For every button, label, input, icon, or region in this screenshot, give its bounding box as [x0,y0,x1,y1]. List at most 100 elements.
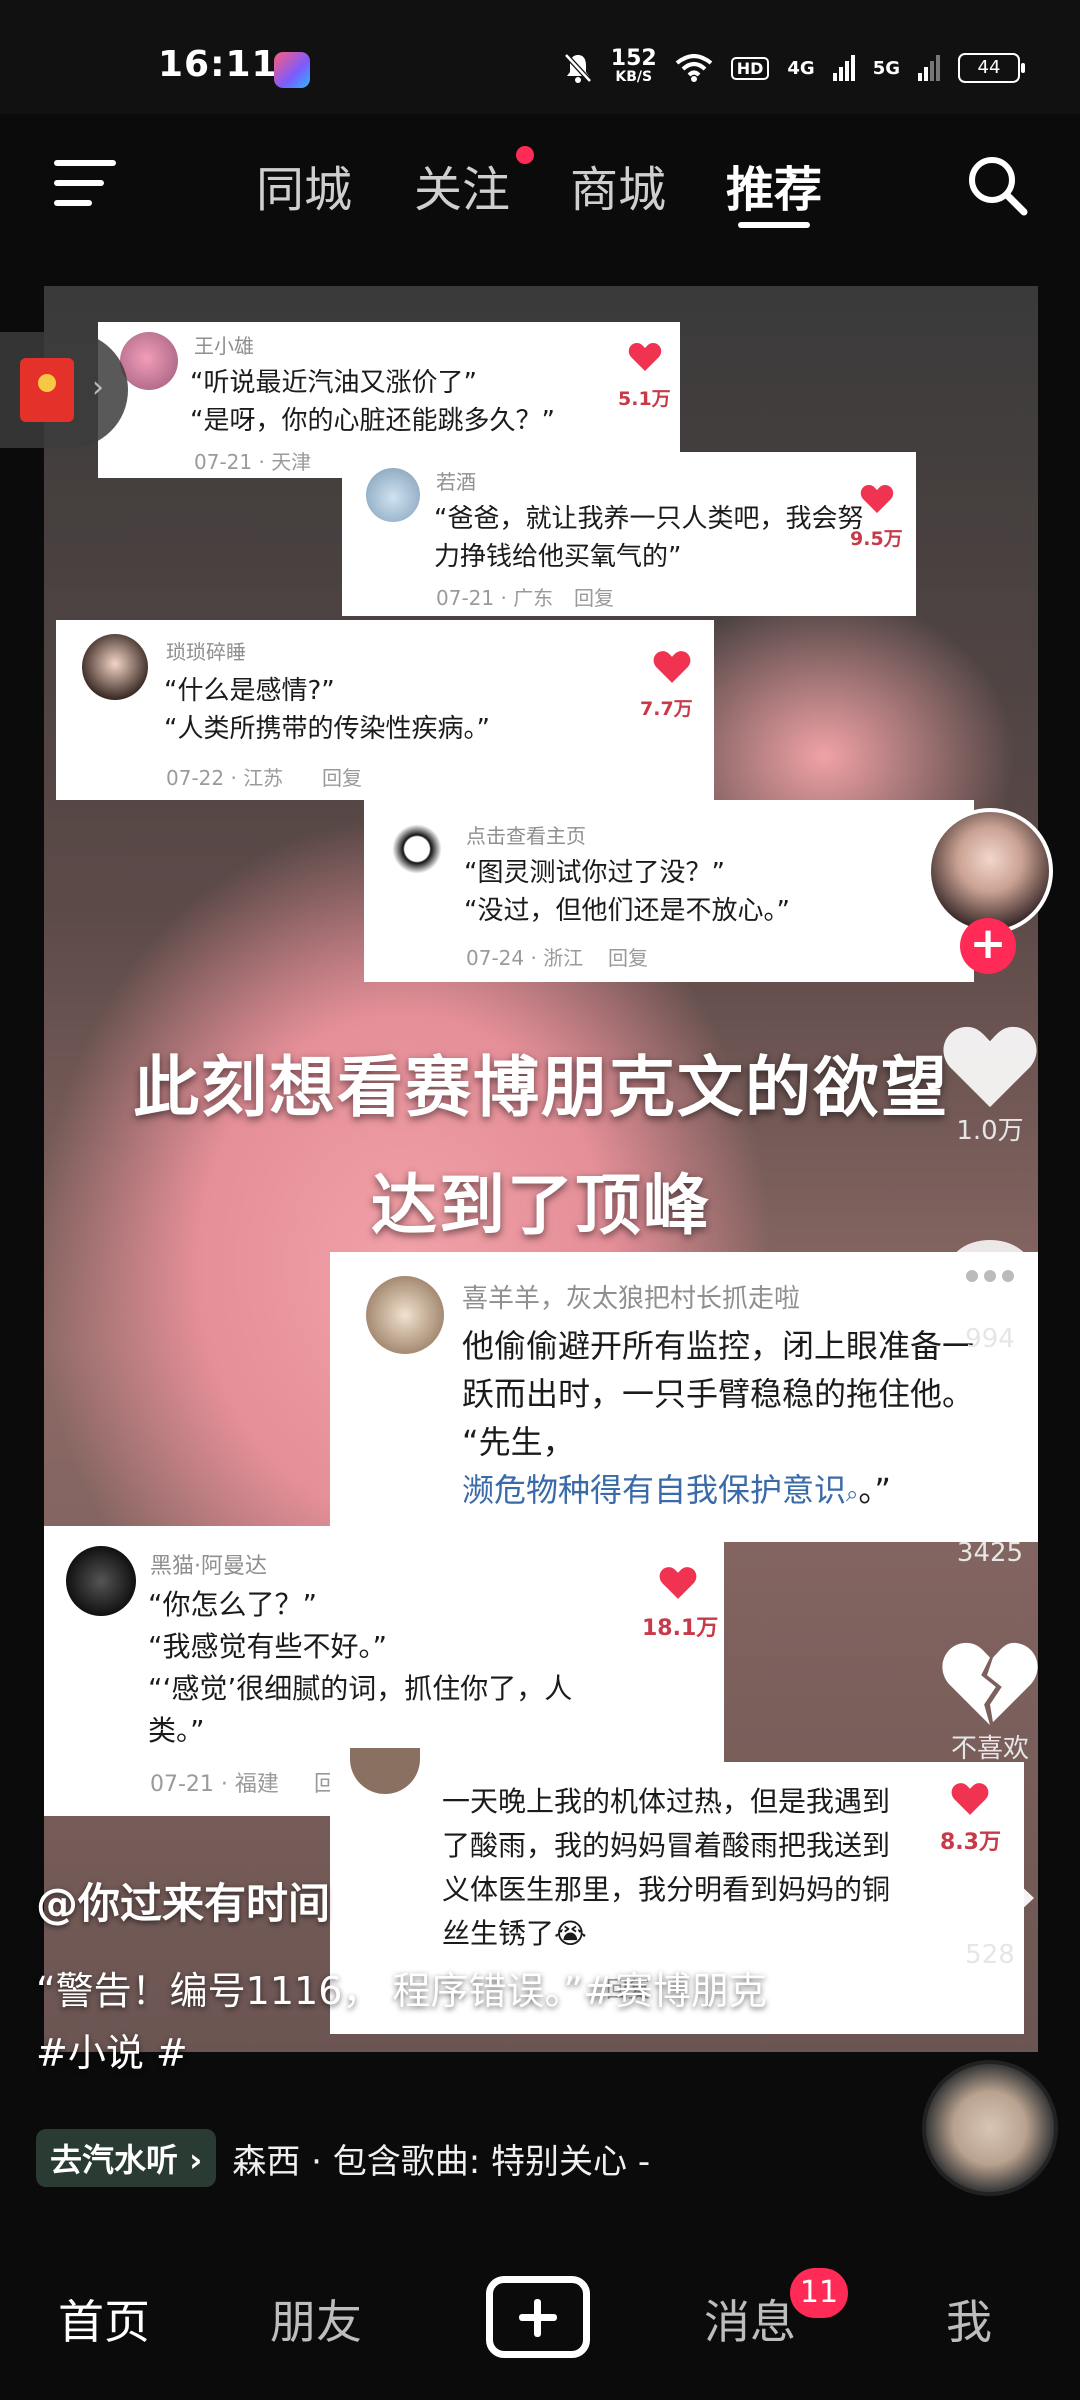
comment-line: 义体医生那里，我分明看到妈妈的铜 [442,1873,891,1906]
comment-username: 若酒 [436,470,476,494]
comment-meta: 07-24 · 浙江 [466,946,584,970]
tab-mall[interactable]: 商城 [570,150,666,220]
signal-icon-1 [832,55,855,81]
comment-line: “图灵测试你过了没？” [464,858,725,888]
tab-following[interactable]: 关注 [414,150,510,220]
tab-recommend[interactable]: 推荐 [726,150,822,220]
red-packet-button[interactable]: › [0,332,128,448]
top-nav: 同城 关注 商城 推荐 [0,114,1080,284]
follow-plus-icon[interactable]: + [960,918,1016,974]
like-count: 18.1万 [642,1616,719,1641]
comment-meta: 07-21 · 广东 [436,586,554,610]
reply-button[interactable]: 回复 [574,582,614,611]
heart-icon[interactable] [652,650,692,684]
avatar [366,468,420,522]
comment-line: “人类所携带的传染性疾病。” [164,714,490,744]
comment-line: “没过，但他们还是不放心。” [464,896,790,926]
broken-heart-icon [942,1642,1038,1726]
comment-line: 丝生锈了😭 [442,1917,587,1950]
comment-line: “我感觉有些不好。” [148,1630,388,1663]
favorite-total: 3425 [956,1538,1024,1568]
comment-line: 他偷偷避开所有监控，闭上眼准备一 [462,1327,975,1365]
author-name[interactable]: @你过来有时间 [36,1870,330,1931]
signal-icon-2 [918,55,940,81]
avatar [388,820,446,878]
reply-button[interactable]: 回复 [608,942,648,971]
nav-me[interactable]: 我 [946,2286,992,2352]
heart-icon [943,1026,1037,1108]
creator-avatar-button[interactable]: + [920,808,1060,974]
comment-line: “是呀，你的心脏还能跳多久？” [190,406,555,436]
comment-username: 王小雄 [194,334,254,358]
comment-button[interactable]: 994 [928,1234,1052,1354]
listen-on-qishui-button[interactable]: 去汽水听 › [36,2129,217,2187]
reply-button[interactable]: 回复 [322,762,362,791]
comment-line: “听说最近汽油又涨价了” [190,368,477,398]
nav-home[interactable]: 首页 [58,2286,150,2352]
favorite-button[interactable]: 3425 [928,1446,1052,1568]
like-total: 1.0万 [956,1116,1024,1146]
hd-voice-icon: HD [730,56,770,80]
network-5g: 5G [872,57,900,79]
heart-icon[interactable] [950,1782,990,1816]
messages-badge: 11 [790,2268,848,2318]
comment-line: 濒危物种得有自我保护意识⌕。” [462,1471,891,1509]
like-count: 9.5万 [850,528,903,550]
battery-icon: 44 [958,53,1025,83]
comment-line: “什么是感情?” [164,676,335,706]
like-count: 5.1万 [618,388,671,410]
comment-username: 点击查看主页 [466,824,586,848]
comment-line: 了酸雨，我的妈妈冒着酸雨把我送到 [442,1829,891,1862]
bottom-nav: 首页 朋友 消息 11 我 [0,2240,1080,2400]
comment-line: “先生， [462,1423,575,1461]
dislike-button[interactable]: 不喜欢 [920,1640,1060,1765]
active-tab-indicator [738,222,810,228]
comment-line: 类。” [148,1714,205,1747]
creator-avatar [927,808,1053,934]
status-time: 16:11 [158,44,278,85]
following-dot [516,146,534,164]
search-icon[interactable] [966,154,1028,216]
comment-line: “‘感觉’很细腻的词，抓住你了，人 [148,1672,573,1705]
comment-username: 黑猫·阿曼达 [150,1554,267,1579]
share-button[interactable]: 528 [928,1860,1052,1970]
avatar [350,1748,420,1794]
app-notification-icon [274,52,310,88]
avatar [66,1546,136,1616]
network-speed: 152 KB/S [610,46,657,86]
overlay-title-line1: 此刻想看赛博朋克文的欲望 [133,1049,949,1126]
menu-icon[interactable] [54,160,116,206]
comment-line: 跃而出时，一只手臂稳稳的拖住他。 [462,1375,975,1413]
heart-icon[interactable] [658,1566,698,1600]
heart-icon[interactable] [628,342,662,372]
nav-friends[interactable]: 朋友 [270,2286,362,2352]
video-description: “警告！编号1116， 程序错误。”#赛博朋克 #小说 # [36,1969,768,2075]
music-info[interactable]: 森西 · 包含歌曲: 特别关心 - [232,2134,650,2183]
comment-username: 琐琐碎睡 [166,640,246,664]
star-icon [946,1450,1034,1534]
overlay-title-line2: 达到了顶峰 [371,1167,711,1244]
search-link[interactable]: 濒危物种得有自我保护意识 [462,1471,846,1509]
comment-card: 若酒 “爸爸，就让我养一只人类吧，我会努 力挣钱给他买氧气的” 07-21 · … [342,452,916,616]
music-row: 去汽水听 › 森西 · 包含歌曲: 特别关心 - [36,2126,650,2190]
video-player[interactable]: 王小雄 “听说最近汽油又涨价了” “是呀，你的心脏还能跳多久？” 07-21 ·… [44,286,1038,2052]
comment-meta: 07-22 · 江苏 [166,766,284,790]
comment-card: 琐琐碎睡 “什么是感情?” “人类所携带的传染性疾病。” 07-22 · 江苏 … [56,620,714,800]
comment-meta: 07-21 · 天津 [194,450,312,474]
create-button[interactable] [486,2276,590,2358]
network-4g: 4G [787,57,815,79]
status-bar: 16:11 152 KB/S HD 4G 5G 44 [0,0,1080,114]
avatar [120,332,178,390]
comment-line: 一天晚上我的机体过热，但是我遇到 [442,1785,891,1818]
comment-line: “爸爸，就让我养一只人类吧，我会努 [434,504,864,534]
tab-same-city[interactable]: 同城 [256,150,352,220]
heart-icon[interactable] [860,484,894,514]
comment-meta: 07-21 · 福建 [150,1772,279,1797]
chevron-right-icon: › [92,370,104,405]
search-link-icon[interactable]: ⌕ [846,1482,858,1507]
like-button[interactable]: 1.0万 [928,1024,1052,1147]
comment-card: 点击查看主页 “图灵测试你过了没？” “没过，但他们还是不放心。” 07-24 … [364,800,974,982]
nav-messages[interactable]: 消息 [704,2286,796,2352]
comment-bubble-icon [946,1240,1034,1320]
music-disc-icon[interactable] [922,2060,1058,2196]
